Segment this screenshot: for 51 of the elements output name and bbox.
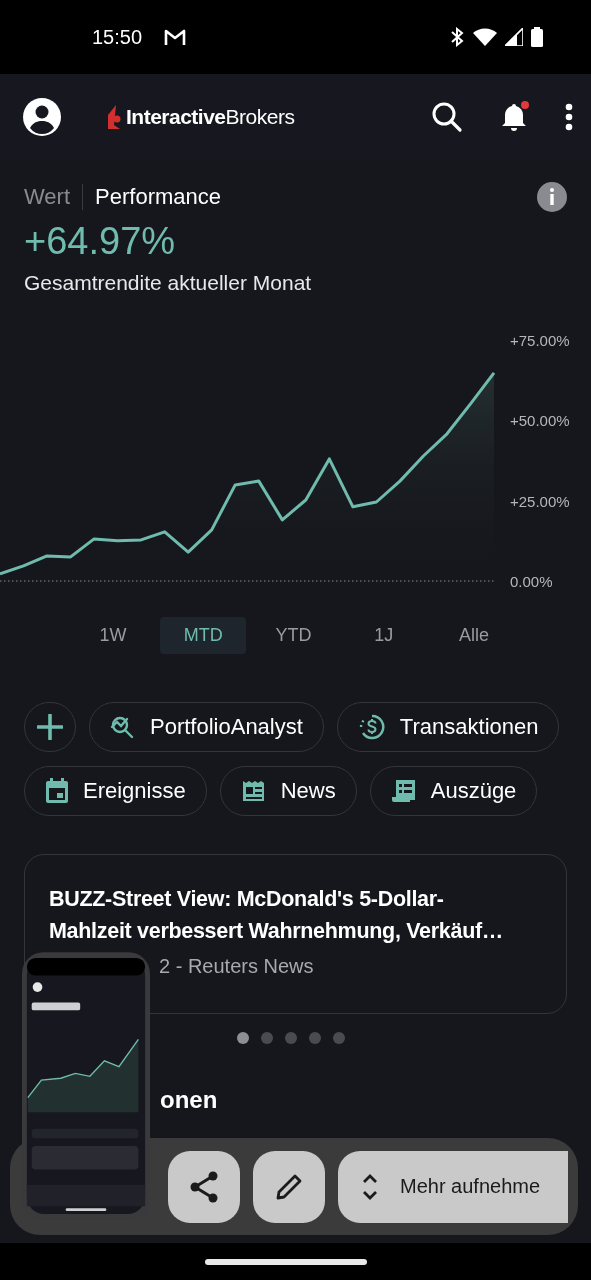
share-button[interactable] — [168, 1150, 240, 1223]
profile-icon[interactable] — [22, 97, 62, 137]
edit-button[interactable] — [253, 1150, 325, 1223]
performance-value: +64.97% — [23, 219, 177, 263]
axis-label: 0.00% — [510, 573, 553, 590]
calendar-icon — [45, 778, 69, 804]
mail-icon — [164, 28, 187, 46]
period-tab[interactable]: 1W — [70, 617, 156, 654]
share-icon — [189, 1170, 219, 1203]
view-tab[interactable]: Wert — [24, 184, 84, 210]
period-tab[interactable]: Alle — [431, 617, 517, 654]
shortcut-chip[interactable]: Ereignisse — [24, 766, 207, 816]
page-dot[interactable] — [332, 1032, 345, 1044]
page-dot[interactable] — [284, 1032, 297, 1044]
period-tab[interactable]: YTD — [250, 617, 337, 654]
expand-arrows-icon — [362, 1172, 378, 1201]
plus-icon — [37, 714, 63, 740]
add-button[interactable] — [24, 702, 76, 752]
capture-more-button[interactable]: Mehr aufnehme — [338, 1150, 568, 1223]
page-dot[interactable] — [236, 1032, 249, 1044]
brand-logo: InteractiveBrokers — [126, 105, 295, 129]
shortcut-chip[interactable]: PortfolioAnalyst — [89, 702, 324, 752]
page-dot[interactable] — [308, 1032, 321, 1044]
info-icon[interactable] — [537, 182, 567, 212]
bluetooth-icon — [449, 27, 465, 47]
shortcut-chip[interactable]: Auszüge — [369, 766, 538, 816]
page-dot[interactable] — [260, 1032, 273, 1044]
period-tab[interactable]: 1J — [340, 617, 427, 654]
section-title: onen — [160, 1086, 219, 1114]
newspaper-icon — [240, 778, 267, 804]
signal-icon — [505, 28, 523, 46]
news-source: 2 - Reuters News — [158, 955, 315, 978]
home-indicator[interactable] — [204, 1258, 367, 1265]
axis-label: +75.00% — [510, 332, 570, 349]
shortcut-chip[interactable]: Transaktionen — [336, 702, 560, 752]
battery-icon — [531, 27, 543, 47]
more-icon[interactable] — [565, 103, 573, 131]
shortcut-chip[interactable]: News — [219, 766, 357, 816]
view-tab[interactable]: Performance — [83, 184, 233, 210]
document-list-icon — [390, 778, 417, 804]
flame-logo-icon — [106, 105, 122, 129]
magnifier-chart-icon — [110, 714, 136, 740]
search-icon[interactable] — [431, 101, 463, 133]
period-tab[interactable]: MTD — [160, 617, 247, 654]
axis-label: +50.00% — [510, 412, 570, 430]
performance-caption: Gesamtrendite aktueller Monat — [23, 270, 313, 295]
wifi-icon — [473, 28, 497, 46]
dollar-cycle-icon — [357, 713, 386, 741]
news-headline: BUZZ-Street View: McDonald's 5-Dollar-Mahlzeit verbessert Wahrnehmung, Verkäuf… — [49, 886, 505, 945]
axis-label: +25.00% — [510, 492, 570, 510]
clock: 15:50 — [92, 25, 143, 49]
